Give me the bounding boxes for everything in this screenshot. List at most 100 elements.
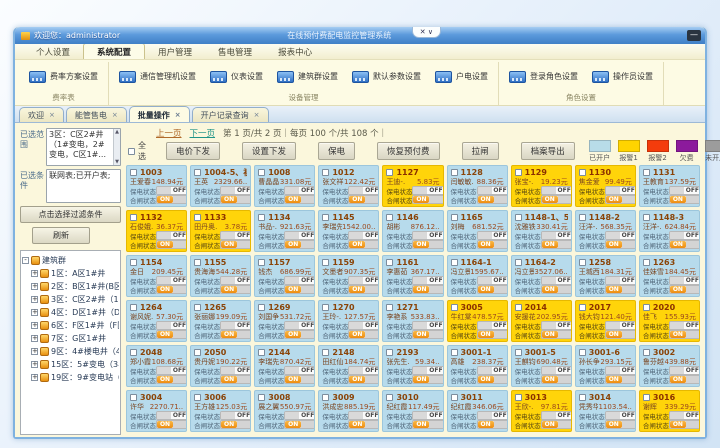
close-icon[interactable]: × bbox=[175, 112, 181, 119]
card-checkbox[interactable] bbox=[130, 259, 137, 266]
doc-tab-批量操作[interactable]: 批量操作× bbox=[129, 106, 190, 122]
protect-status-toggle[interactable]: OFF bbox=[669, 321, 700, 330]
card-checkbox[interactable] bbox=[515, 349, 522, 356]
protect-status-toggle[interactable]: OFF bbox=[541, 411, 572, 420]
card-checkbox[interactable] bbox=[579, 349, 586, 356]
card-checkbox[interactable] bbox=[194, 394, 201, 401]
card-checkbox[interactable] bbox=[451, 304, 458, 311]
meter-card[interactable]: 1145李瑞先.1542.00..保电状态OFF合闸状态ON bbox=[318, 210, 379, 252]
meter-card[interactable]: 2148田红仙184.74元保电状态OFF合闸状态ON bbox=[318, 345, 379, 387]
menu-tab-报表中心[interactable]: 报表中心 bbox=[265, 44, 325, 59]
card-checkbox[interactable] bbox=[515, 304, 522, 311]
switch-status-toggle[interactable]: ON bbox=[412, 195, 443, 204]
switch-status-toggle[interactable]: ON bbox=[156, 285, 187, 294]
card-checkbox[interactable] bbox=[643, 304, 650, 311]
meter-card[interactable]: 3004许华2270.71..保电状态OFF合闸状态ON bbox=[126, 390, 187, 432]
switch-status-toggle[interactable]: ON bbox=[284, 330, 315, 339]
meter-card[interactable]: 1008曹晶晶.331.08元保电状态OFF合闸状态ON bbox=[254, 165, 315, 207]
tree-item[interactable]: +19区：9#变电站（2#... bbox=[22, 371, 119, 384]
switch-status-toggle[interactable]: ON bbox=[477, 375, 508, 384]
protect-status-toggle[interactable]: OFF bbox=[284, 366, 315, 375]
meter-card[interactable]: 1148-2汪洋-.568.35元保电状态OFF合闸状态ON bbox=[575, 210, 636, 252]
meter-card[interactable]: 1148-3汪洋-.624.84元保电状态OFF合闸状态ON bbox=[639, 210, 700, 252]
switch-status-toggle[interactable]: ON bbox=[541, 375, 572, 384]
card-checkbox[interactable] bbox=[386, 214, 393, 221]
doc-tab-欢迎[interactable]: 欢迎× bbox=[19, 107, 64, 122]
switch-status-toggle[interactable]: ON bbox=[348, 285, 379, 294]
expand-icon[interactable]: + bbox=[31, 374, 38, 381]
protect-status-toggle[interactable]: OFF bbox=[669, 231, 700, 240]
card-checkbox[interactable] bbox=[322, 259, 329, 266]
switch-status-toggle[interactable]: ON bbox=[605, 330, 636, 339]
meter-card[interactable]: 2048郑小霞108.68元保电状态OFF合闸状态ON bbox=[126, 345, 187, 387]
switch-status-toggle[interactable]: ON bbox=[477, 195, 508, 204]
close-icon[interactable]: × bbox=[254, 112, 260, 119]
action-button[interactable]: 电价下发 bbox=[166, 142, 220, 160]
switch-status-toggle[interactable]: ON bbox=[284, 240, 315, 249]
protect-status-toggle[interactable]: OFF bbox=[284, 321, 315, 330]
switch-status-toggle[interactable]: ON bbox=[284, 195, 315, 204]
protect-status-toggle[interactable]: OFF bbox=[156, 186, 187, 195]
switch-status-toggle[interactable]: ON bbox=[605, 420, 636, 429]
switch-status-toggle[interactable]: ON bbox=[156, 240, 187, 249]
protect-status-toggle[interactable]: OFF bbox=[284, 411, 315, 420]
switch-status-toggle[interactable]: ON bbox=[412, 240, 443, 249]
protect-status-toggle[interactable]: OFF bbox=[156, 276, 187, 285]
card-checkbox[interactable] bbox=[194, 169, 201, 176]
select-all-checkbox[interactable] bbox=[128, 148, 135, 155]
meter-card[interactable]: 2144李瑞先870.42元保电状态OFF合闸状态ON bbox=[254, 345, 315, 387]
card-checkbox[interactable] bbox=[451, 394, 458, 401]
protect-status-toggle[interactable]: OFF bbox=[669, 411, 700, 420]
switch-status-toggle[interactable]: ON bbox=[669, 285, 700, 294]
meter-card[interactable]: 1154金日209.45元保电状态OFF合闸状态ON bbox=[126, 255, 187, 297]
meter-card[interactable]: 1129张宝-.19.23元保电状态OFF合闸状态ON bbox=[511, 165, 572, 207]
protect-status-toggle[interactable]: OFF bbox=[541, 186, 572, 195]
expand-icon[interactable]: + bbox=[31, 322, 38, 329]
condition-textbox[interactable]: 联网表;已开户表; bbox=[46, 169, 121, 203]
meter-card[interactable]: 1146胡彬876.12..保电状态OFF合闸状态ON bbox=[382, 210, 443, 252]
tree-item[interactable]: +6区：F区1#井（F区1#... bbox=[22, 319, 119, 332]
protect-status-toggle[interactable]: OFF bbox=[541, 276, 572, 285]
expand-icon[interactable]: + bbox=[31, 270, 38, 277]
meter-card[interactable]: 2020佳飞155.93元保电状态OFF合闸状态ON bbox=[639, 300, 700, 342]
card-checkbox[interactable] bbox=[322, 169, 329, 176]
meter-card[interactable]: 1164-2冯立景3527.06..保电状态OFF合闸状态ON bbox=[511, 255, 572, 297]
card-checkbox[interactable] bbox=[579, 394, 586, 401]
protect-status-toggle[interactable]: OFF bbox=[156, 366, 187, 375]
switch-status-toggle[interactable]: ON bbox=[605, 240, 636, 249]
protect-status-toggle[interactable]: OFF bbox=[477, 321, 508, 330]
meter-card[interactable]: 3009洪成忠885.19元保电状态OFF合闸状态ON bbox=[318, 390, 379, 432]
meter-card[interactable]: 1165刘梅681.52元保电状态OFF合闸状态ON bbox=[447, 210, 508, 252]
switch-status-toggle[interactable]: ON bbox=[348, 240, 379, 249]
meter-card[interactable]: 1270王玲-.127.57元保电状态OFF合闸状态ON bbox=[318, 300, 379, 342]
tree-item[interactable]: +1区：A区1#井 bbox=[22, 267, 119, 280]
card-checkbox[interactable] bbox=[130, 169, 137, 176]
protect-status-toggle[interactable]: OFF bbox=[348, 276, 379, 285]
meter-card[interactable]: 3014凭秀华1103.54..保电状态OFF合闸状态ON bbox=[575, 390, 636, 432]
card-checkbox[interactable] bbox=[451, 259, 458, 266]
switch-status-toggle[interactable]: ON bbox=[541, 420, 572, 429]
menu-tab-个人设置[interactable]: 个人设置 bbox=[23, 44, 83, 59]
protect-status-toggle[interactable]: OFF bbox=[669, 186, 700, 195]
meter-card[interactable]: 1271李艳系533.83..保电状态OFF合闸状态ON bbox=[382, 300, 443, 342]
meter-card[interactable]: 3001-5王麒钧690.48元保电状态OFF合闸状态ON bbox=[511, 345, 572, 387]
action-button[interactable]: 保电 bbox=[318, 142, 355, 160]
card-checkbox[interactable] bbox=[322, 394, 329, 401]
switch-status-toggle[interactable]: ON bbox=[220, 240, 251, 249]
meter-card[interactable]: 1133田丹奥.3.78元保电状态OFF合闸状态ON bbox=[190, 210, 251, 252]
card-checkbox[interactable] bbox=[579, 214, 586, 221]
card-checkbox[interactable] bbox=[386, 304, 393, 311]
card-checkbox[interactable] bbox=[194, 304, 201, 311]
tree-item[interactable]: +4区：D区1#井（D区1... bbox=[22, 306, 119, 319]
protect-status-toggle[interactable]: OFF bbox=[669, 366, 700, 375]
menu-tab-售电管理[interactable]: 售电管理 bbox=[205, 44, 265, 59]
menu-tab-系统配置[interactable]: 系统配置 bbox=[83, 43, 145, 59]
tree-item[interactable]: +3区：C区2#井（1#变... bbox=[22, 293, 119, 306]
card-checkbox[interactable] bbox=[579, 259, 586, 266]
action-button[interactable]: 档案导出 bbox=[521, 142, 575, 160]
meter-card[interactable]: 1164-1冯立景.1595.67..保电状态OFF合闸状态ON bbox=[447, 255, 508, 297]
card-checkbox[interactable] bbox=[451, 214, 458, 221]
card-checkbox[interactable] bbox=[451, 349, 458, 356]
protect-status-toggle[interactable]: OFF bbox=[348, 411, 379, 420]
filter-select-button[interactable]: 点击选择过滤条件 bbox=[20, 206, 121, 223]
